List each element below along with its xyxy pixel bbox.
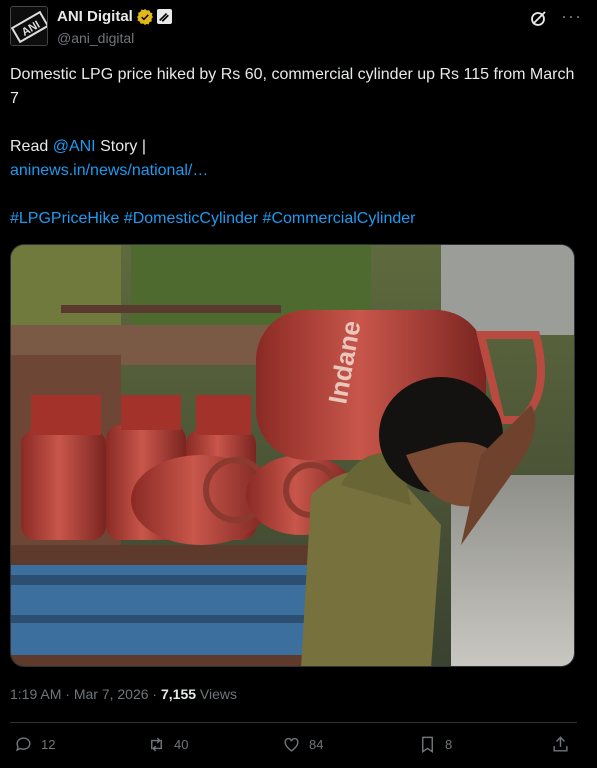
reply-button[interactable]: 12 — [14, 735, 55, 754]
affiliate-badge-icon[interactable] — [156, 9, 172, 24]
reply-count: 12 — [41, 737, 56, 752]
bookmark-button[interactable]: 8 — [418, 735, 452, 754]
avatar[interactable]: ANI — [10, 6, 48, 46]
like-button[interactable]: 84 — [282, 735, 323, 754]
read-suffix: Story | — [95, 138, 147, 155]
post-headline: Domestic LPG price hiked by Rs 60, comme… — [10, 66, 575, 107]
like-icon — [284, 737, 299, 752]
reply-icon — [16, 737, 31, 752]
story-url-link[interactable]: aninews.in/news/national/… — [10, 162, 208, 179]
hashtags: #LPGPriceHike #DomesticCylinder #Commerc… — [10, 207, 580, 231]
repost-button[interactable]: 40 — [147, 735, 188, 754]
grok-icon[interactable] — [529, 8, 549, 28]
share-button[interactable] — [551, 735, 570, 754]
verified-badge-icon[interactable] — [136, 8, 153, 25]
post-meta: 1:19 AM · Mar 7, 2026 · 7,155 Views — [10, 686, 238, 702]
bookmark-count: 8 — [445, 737, 453, 752]
read-prefix: Read — [10, 138, 53, 155]
post-header: ANI ANI Digital @ani_digital ··· — [10, 6, 587, 50]
hashtag-link[interactable]: #LPGPriceHike — [10, 210, 119, 227]
like-count: 84 — [309, 737, 324, 752]
post-text: Domestic LPG price hiked by Rs 60, comme… — [10, 63, 580, 231]
repost-icon — [151, 737, 162, 752]
display-name[interactable]: ANI Digital — [57, 8, 133, 25]
hashtag-link[interactable]: #CommercialCylinder — [263, 210, 416, 227]
bookmark-icon — [422, 736, 433, 753]
post-image[interactable]: Indane — [10, 244, 575, 667]
mention-link[interactable]: @ANI — [53, 138, 96, 155]
name-row: ANI Digital — [57, 8, 172, 25]
views-count: 7,155 — [161, 686, 197, 702]
hashtag-link[interactable]: #DomesticCylinder — [124, 210, 258, 227]
more-icon[interactable]: ··· — [561, 6, 582, 27]
views-label: Views — [196, 686, 238, 702]
repost-count: 40 — [174, 737, 189, 752]
handle[interactable]: @ani_digital — [57, 30, 134, 46]
read-story-line: Read @ANI Story | — [10, 135, 580, 159]
action-bar: 12 40 84 8 — [0, 735, 597, 759]
divider — [10, 722, 577, 723]
post-time[interactable]: 1:19 AM — [10, 686, 61, 702]
post-date[interactable]: Mar 7, 2026 — [74, 686, 149, 702]
share-icon — [553, 736, 568, 752]
